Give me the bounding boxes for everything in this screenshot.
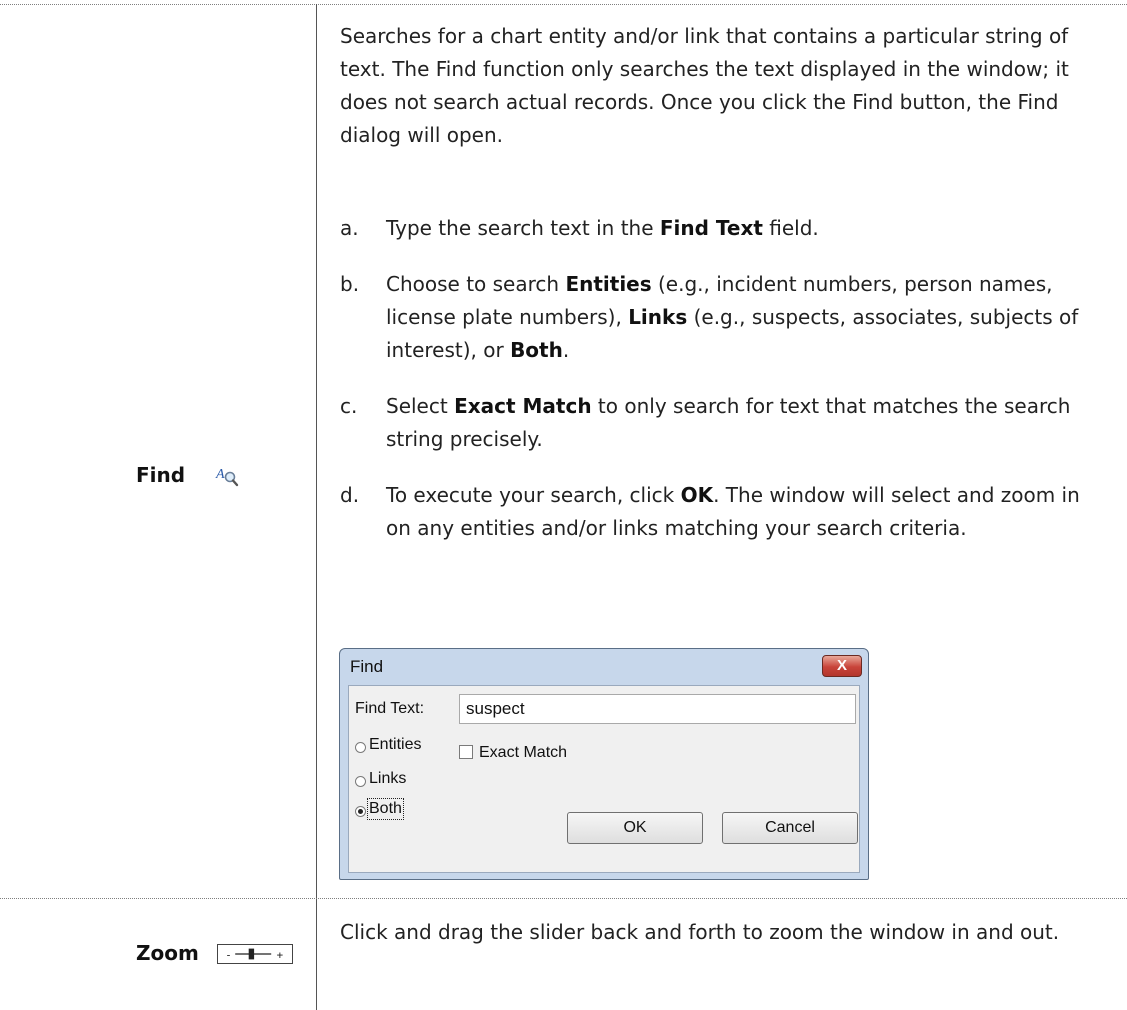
- radio-links[interactable]: [355, 776, 366, 787]
- step-text: field.: [762, 216, 819, 240]
- zoom-row-name: Zoom: [136, 941, 199, 965]
- cancel-button[interactable]: Cancel: [722, 812, 858, 844]
- ok-button[interactable]: OK: [567, 812, 703, 844]
- dialog-body: Find Text: suspect Entities Exact Match …: [348, 685, 860, 873]
- exact-match-label: Exact Match: [479, 744, 568, 761]
- step-text: Choose to search: [386, 272, 566, 296]
- step-letter: c.: [340, 394, 358, 418]
- step-letter: d.: [340, 483, 360, 507]
- row-divider: [0, 898, 1127, 899]
- step-text: Type the search text in the: [386, 216, 660, 240]
- step-letter: b.: [340, 272, 360, 296]
- radio-links-label: Links: [369, 770, 407, 787]
- svg-text:+: +: [277, 949, 284, 962]
- step-text: .: [562, 338, 570, 362]
- radio-entities-label: Entities: [369, 736, 422, 753]
- radio-both-label: Both: [367, 798, 404, 820]
- step-text: Select: [386, 394, 455, 418]
- radio-entities[interactable]: [355, 742, 366, 753]
- step-bold: OK: [680, 483, 714, 507]
- find-text-input[interactable]: suspect: [459, 694, 856, 724]
- dialog-title: Find: [350, 657, 384, 676]
- close-icon: X: [836, 657, 847, 674]
- step-bold: Find Text: [659, 216, 763, 240]
- zoom-description: Click and drag the slider back and forth…: [340, 920, 1060, 944]
- close-button[interactable]: X: [822, 655, 862, 677]
- find-row-name: Find: [136, 463, 186, 487]
- svg-text:-: -: [225, 949, 232, 962]
- step-bold: Both: [510, 338, 563, 362]
- step-bold: Links: [628, 305, 688, 329]
- find-text-label: Find Text:: [355, 700, 425, 717]
- help-table: A Find Searches for a chart entity and/o…: [0, 0, 1127, 1010]
- zoom-slider-icon: - +: [217, 944, 293, 964]
- step-text: To execute your search, click: [386, 483, 681, 507]
- radio-both[interactable]: [355, 806, 366, 817]
- table-top-rule: [0, 4, 1127, 5]
- find-description: Searches for a chart entity and/or link …: [340, 24, 1069, 147]
- step-bold: Entities: [565, 272, 652, 296]
- exact-match-checkbox[interactable]: [459, 745, 473, 759]
- find-dialog: Find X Find Text: suspect Entities Exact…: [339, 648, 869, 880]
- svg-text:A: A: [215, 467, 225, 482]
- step-bold: Exact Match: [454, 394, 592, 418]
- find-icon: A: [215, 467, 239, 487]
- column-divider: [316, 4, 317, 1010]
- step-letter: a.: [340, 216, 359, 240]
